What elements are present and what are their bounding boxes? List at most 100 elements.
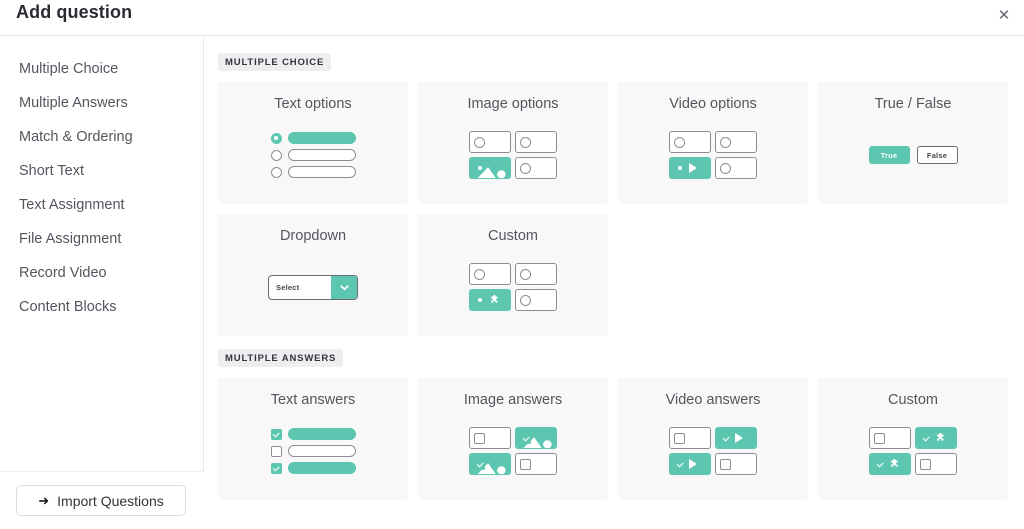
radio-icon: [674, 136, 685, 148]
sidebar-item-short-text[interactable]: Short Text: [0, 154, 204, 188]
radio-icon: [270, 149, 282, 161]
answer-tile: [869, 427, 911, 449]
checkbox-icon-checked: [474, 458, 485, 470]
puzzle-icon: [889, 458, 900, 470]
radio-icon: [474, 136, 485, 148]
sidebar-item-content-blocks[interactable]: Content Blocks: [0, 290, 204, 324]
option-row: [270, 166, 356, 178]
option-bar: [287, 149, 356, 161]
radio-icon: [520, 136, 531, 148]
sidebar-item-multiple-answers[interactable]: Multiple Answers: [0, 86, 204, 120]
import-questions-button[interactable]: ➜ Import Questions: [16, 485, 186, 516]
card-text-answers[interactable]: Text answers: [218, 378, 408, 500]
card-custom-answers[interactable]: Custom: [818, 378, 1008, 500]
radio-icon: [520, 294, 531, 306]
card-video-answers[interactable]: Video answers: [618, 378, 808, 500]
radio-icon: [474, 268, 485, 280]
answer-row: [270, 445, 356, 457]
card-title: Custom: [488, 228, 538, 244]
answer-tile: [715, 453, 757, 475]
section-multiple-choice: MULTIPLE CHOICE Text options Image optio…: [218, 52, 1014, 336]
sidebar-item-record-video[interactable]: Record Video: [0, 256, 204, 290]
card-custom-choice[interactable]: Custom: [418, 214, 608, 336]
checkbox-icon-checked: [270, 462, 282, 474]
card-text-options[interactable]: Text options: [218, 82, 408, 204]
answer-tile: [915, 453, 957, 475]
card-title: Text options: [274, 96, 352, 112]
question-type-gallery: MULTIPLE CHOICE Text options Image optio…: [205, 36, 1024, 529]
option-tile: [469, 131, 511, 153]
option-tile: [469, 263, 511, 285]
answer-tile: [515, 453, 557, 475]
option-tile: [715, 131, 757, 153]
option-tile: [515, 131, 557, 153]
option-tile: [515, 263, 557, 285]
modal-header: Add question ✕: [0, 0, 1024, 36]
preview-image-tiles: [418, 112, 608, 204]
answer-tile-checked: [869, 453, 911, 475]
card-grid: Text options Image options Video options…: [218, 82, 1014, 336]
checkbox-icon: [474, 432, 485, 444]
dropdown-select: Select: [268, 274, 358, 300]
sidebar: Multiple Choice Multiple Answers Match &…: [0, 36, 204, 529]
answer-bar: [287, 462, 356, 474]
preview-custom-answer-tiles: [818, 408, 1008, 500]
play-icon: [689, 163, 697, 173]
radio-icon: [720, 162, 731, 174]
card-image-options[interactable]: Image options: [418, 82, 608, 204]
card-title: Image options: [467, 96, 559, 112]
card-title: Video options: [669, 96, 757, 112]
answer-tile-checked: [669, 453, 711, 475]
play-icon: [735, 433, 743, 443]
option-bar: [287, 166, 356, 178]
true-button: True: [868, 146, 910, 164]
import-questions-label: Import Questions: [57, 492, 164, 509]
option-tile: [515, 289, 557, 311]
dropdown-value: Select: [276, 282, 300, 292]
play-icon: [689, 459, 697, 469]
card-title: Image answers: [463, 392, 563, 408]
answer-tile-checked: [715, 427, 757, 449]
answer-tile: [669, 427, 711, 449]
option-bar: [287, 132, 356, 144]
card-title: Dropdown: [279, 228, 347, 244]
add-question-modal: Add question ✕ Multiple Choice Multiple …: [0, 0, 1024, 529]
page-title: Add question: [16, 2, 133, 22]
preview-dropdown: Select: [218, 244, 408, 336]
sidebar-item-file-assignment[interactable]: File Assignment: [0, 222, 204, 256]
answer-tile-checked: [515, 427, 557, 449]
card-true-false[interactable]: True / False True False: [818, 82, 1008, 204]
sidebar-item-multiple-choice[interactable]: Multiple Choice: [0, 52, 204, 86]
radio-icon-selected: [474, 294, 485, 306]
puzzle-icon: [935, 432, 946, 444]
answer-tile-checked: [915, 427, 957, 449]
section-label: MULTIPLE ANSWERS: [218, 349, 344, 367]
puzzle-icon: [489, 294, 500, 306]
card-title: Video answers: [665, 392, 761, 408]
card-video-options[interactable]: Video options: [618, 82, 808, 204]
option-row: [270, 132, 356, 144]
sidebar-nav: Multiple Choice Multiple Answers Match &…: [0, 52, 204, 324]
answer-bar: [287, 445, 356, 457]
card-image-answers[interactable]: Image answers: [418, 378, 608, 500]
card-dropdown[interactable]: Dropdown Select: [218, 214, 408, 336]
card-title: Text answers: [270, 392, 356, 408]
option-tile-selected: [469, 157, 511, 179]
checkbox-icon-checked: [520, 432, 531, 444]
checkbox-icon-checked: [720, 432, 731, 444]
preview-video-answer-tiles: [618, 408, 808, 500]
close-icon[interactable]: ✕: [993, 4, 1015, 26]
option-tile-selected: [469, 289, 511, 311]
sidebar-item-match-ordering[interactable]: Match & Ordering: [0, 120, 204, 154]
checkbox-icon: [674, 432, 685, 444]
sidebar-item-text-assignment[interactable]: Text Assignment: [0, 188, 204, 222]
radio-icon: [520, 162, 531, 174]
preview-check-rows: [218, 408, 408, 500]
preview-radio-rows: [218, 112, 408, 204]
answer-bar: [287, 428, 356, 440]
answer-tile-checked: [469, 453, 511, 475]
option-tile-selected: [669, 157, 711, 179]
sidebar-footer: ➜ Import Questions: [0, 471, 204, 529]
radio-icon-selected: [674, 162, 685, 174]
false-button: False: [916, 146, 958, 164]
